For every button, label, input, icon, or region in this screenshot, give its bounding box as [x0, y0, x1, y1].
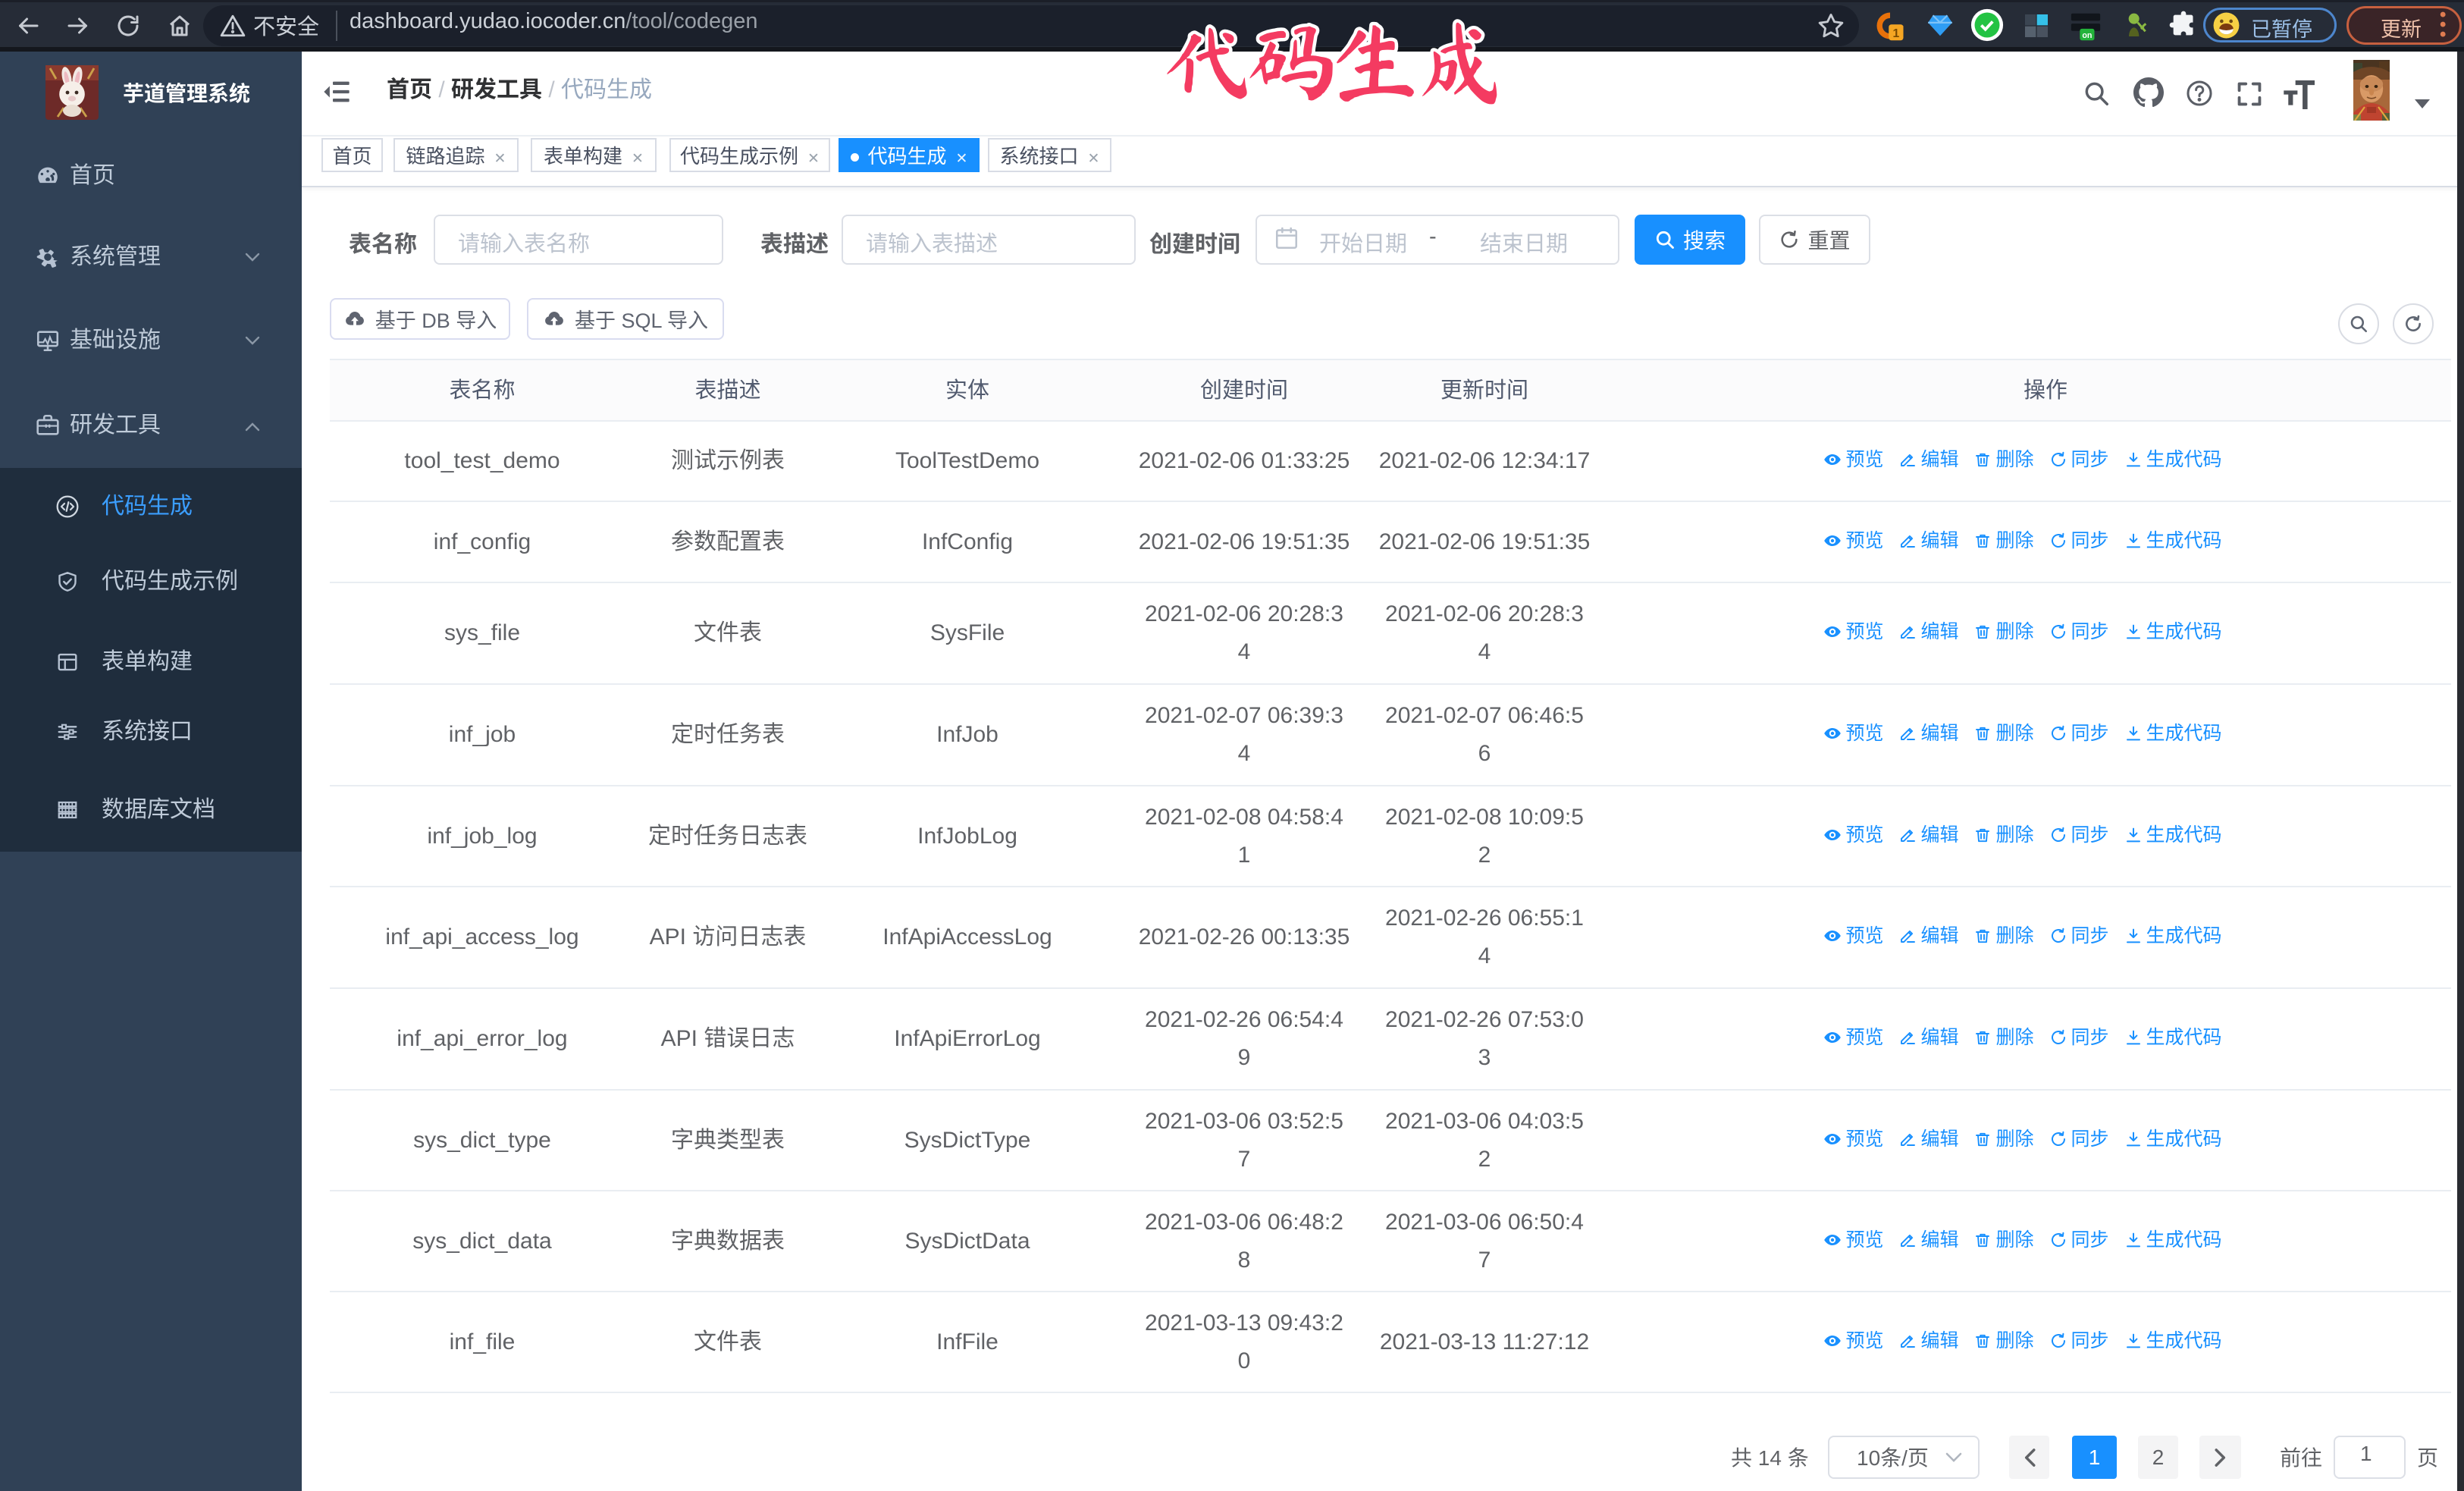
- svg-text:on: on: [2082, 31, 2092, 40]
- svg-text:1: 1: [1892, 27, 1899, 40]
- svg-text:代码生成: 代码生成: [1161, 16, 1498, 107]
